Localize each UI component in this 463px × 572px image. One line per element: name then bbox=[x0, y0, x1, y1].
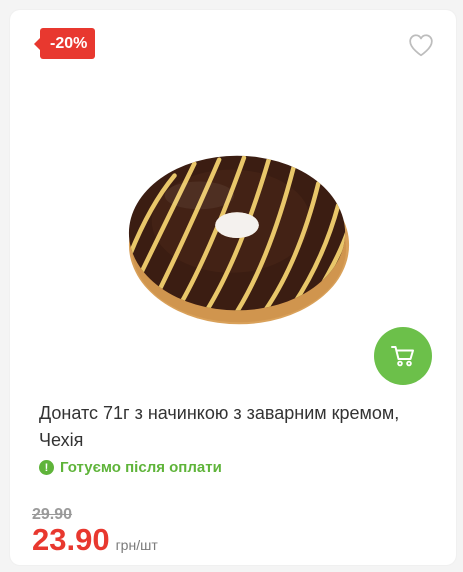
cart-icon bbox=[391, 346, 414, 367]
product-card[interactable]: -20% Донатс 71г з начинкою з заварним кр… bbox=[10, 10, 456, 565]
product-title[interactable]: Донатс 71г з начинкою з заварним кремом,… bbox=[39, 400, 439, 454]
price-unit: грн/шт bbox=[115, 537, 158, 553]
status-notice: ! Готуємо після оплати bbox=[39, 459, 222, 476]
current-price: 23.90 bbox=[32, 522, 110, 557]
donut-image[interactable] bbox=[120, 145, 358, 335]
exclamation-circle-icon: ! bbox=[39, 460, 54, 475]
discount-badge: -20% bbox=[33, 28, 96, 59]
add-to-cart-button[interactable] bbox=[374, 327, 432, 385]
heart-outline-icon[interactable] bbox=[408, 33, 434, 57]
status-text: Готуємо після оплати bbox=[60, 459, 222, 476]
price-row: 23.90 грн/шт bbox=[32, 522, 158, 558]
